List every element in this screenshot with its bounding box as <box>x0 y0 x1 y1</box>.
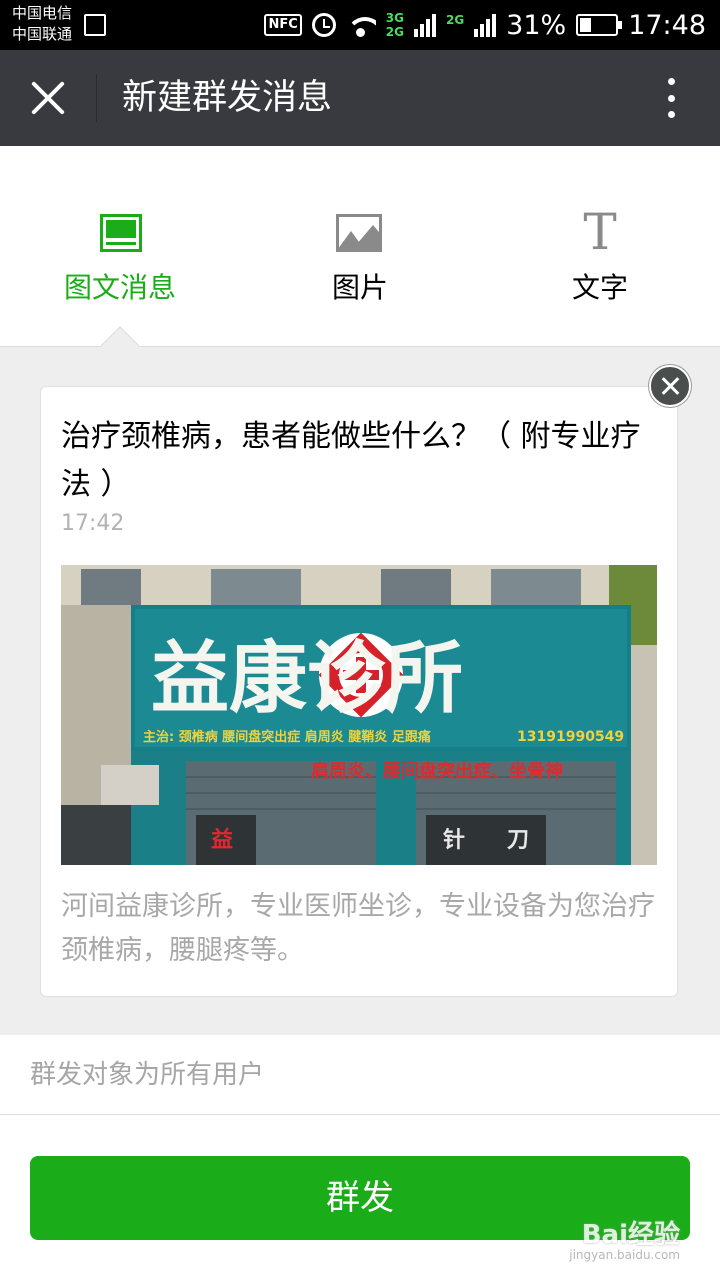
lower-sign-text: 肩周炎、腰间盘突出症、坐骨神 <box>311 760 563 782</box>
title-divider <box>96 74 97 122</box>
tab-text-label: 文字 <box>571 271 628 304</box>
more-vertical-icon[interactable] <box>666 78 676 118</box>
sign-phone-text: 13191990549 <box>517 729 624 745</box>
signal-icon-1 <box>413 13 436 37</box>
tab-news-label: 图文消息 <box>63 271 176 304</box>
sign-services-text: 主治: 颈椎病 腰间盘突出症 肩周炎 腱鞘炎 足跟痛 <box>143 729 431 745</box>
message-type-tabs: 图文消息 图片 T 文字 <box>0 146 720 346</box>
carrier-2: 中国联通 <box>12 25 73 43</box>
network-type: 3G 2G <box>386 11 404 39</box>
door-char-2: 针 <box>443 827 465 853</box>
article-title: 治疗颈椎病，患者能做些什么？（ 附专业疗法 ） <box>61 419 641 502</box>
article-cover-image: 益康诊所 主治: 颈椎病 腰间盘突出症 肩周炎 腱鞘炎 足跟痛 13191990… <box>61 565 657 865</box>
door-char-3: 刀 <box>507 828 529 853</box>
wifi-icon <box>345 13 376 37</box>
sign-phone: 13191990549 <box>517 729 624 745</box>
nfc-icon: NFC <box>264 14 302 36</box>
door-char-3-text: 刀 <box>507 828 529 853</box>
cover-photo: 益康诊所 主治: 颈椎病 腰间盘突出症 肩周炎 腱鞘炎 足跟痛 13191990… <box>61 565 657 865</box>
close-icon[interactable] <box>28 78 68 118</box>
sign-services: 主治: 颈椎病 腰间盘突出症 肩周炎 腱鞘炎 足跟痛 <box>143 729 431 745</box>
article-card[interactable]: 治疗颈椎病，患者能做些什么？（ 附专业疗法 ） 17:42 益康诊所 主治: 颈… <box>40 386 678 997</box>
image-icon <box>336 214 382 252</box>
battery-icon <box>576 14 623 36</box>
watermark-url: jingyan.baidu.com <box>569 1248 680 1262</box>
tab-text[interactable]: T 文字 <box>480 146 720 346</box>
status-icons: NFC 3G 2G 2G 31% 17:48 <box>264 0 706 50</box>
status-bar: 中国电信 中国联通 NFC 3G 2G 2G 31% 17:48 <box>0 0 720 50</box>
title-bar: 新建群发消息 <box>0 50 720 146</box>
tab-news[interactable]: 图文消息 <box>0 146 240 346</box>
signal-icon-2 <box>474 13 497 37</box>
sign-chars-left: 益康诊所 <box>151 633 463 724</box>
lower-sign: 肩周炎、腰间盘突出症、坐骨神 <box>311 760 563 782</box>
send-target-text: 群发对象为所有用户 <box>30 1060 265 1090</box>
door-char-1: 益 <box>211 827 233 853</box>
network-type-bottom: 2G <box>385 25 404 39</box>
page-title: 新建群发消息 <box>122 78 333 118</box>
tab-image[interactable]: 图片 <box>240 146 480 346</box>
alarm-icon <box>311 13 336 37</box>
clock: 17:48 <box>628 9 706 41</box>
article-time: 17:42 <box>61 511 125 536</box>
remove-article-button[interactable] <box>649 365 691 407</box>
sign-text-left: 益康诊所 <box>151 633 463 724</box>
network-type-2: 2G <box>445 13 465 27</box>
network-type-top: 3G <box>385 11 404 25</box>
carrier-info: 中国电信 中国联通 <box>12 3 72 45</box>
watermark-logo: Bai经验 <box>581 1220 680 1250</box>
screenshot-notification-icon <box>84 14 106 36</box>
carrier-1: 中国电信 <box>12 4 73 22</box>
news-icon <box>100 214 142 252</box>
article-description: 河间益康诊所，专业医师坐诊，专业设备为您治疗颈椎病，腰腿疼等。 <box>61 891 655 966</box>
tab-image-label: 图片 <box>331 271 388 304</box>
door-char-2-text: 针 <box>443 827 465 853</box>
battery-percent: 31% <box>506 9 567 41</box>
text-icon: T <box>583 203 617 261</box>
door-char-1-text: 益 <box>211 827 233 853</box>
send-target-row[interactable]: 群发对象为所有用户 <box>0 1035 720 1115</box>
